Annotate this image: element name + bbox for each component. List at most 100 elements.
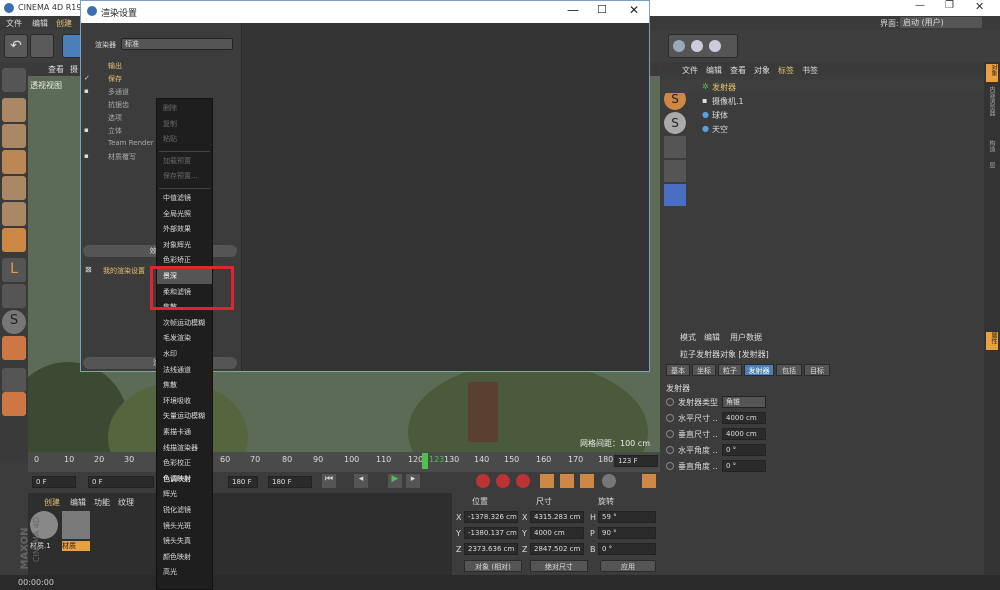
lock-icon[interactable] — [2, 368, 26, 392]
preview-start-field[interactable]: 0 F — [88, 476, 154, 488]
size-x-field[interactable]: 4315.283 cm — [530, 511, 584, 523]
anim-dot-icon[interactable] — [666, 414, 674, 422]
minimize-icon[interactable]: — — [915, 0, 925, 11]
side-tab-attributes[interactable]: 属性 — [986, 332, 998, 350]
object-row-emitter[interactable]: ✲ 发射器 — [662, 80, 984, 93]
size-z-field[interactable]: 2847.502 cm — [530, 543, 584, 555]
mat-tab-function[interactable]: 功能 — [94, 497, 110, 508]
side-tab-objects[interactable]: 对象 — [986, 64, 998, 82]
interface-select[interactable]: 启动 (用户) — [900, 17, 982, 28]
am-tab-emitter[interactable]: 发射器 — [744, 364, 774, 376]
minimize-icon[interactable]: — — [567, 3, 579, 17]
film-icon[interactable] — [642, 474, 656, 488]
scale-key-icon[interactable] — [560, 474, 574, 488]
context-menu-item[interactable]: 粘贴 — [157, 132, 212, 147]
am-menu-edit[interactable]: 编辑 — [704, 332, 720, 343]
context-menu-item[interactable]: 对象辉光 — [157, 238, 212, 253]
checkbox[interactable]: ✓ — [84, 74, 91, 82]
l-tool-icon[interactable]: L — [2, 258, 26, 282]
maximize-icon[interactable]: ☐ — [597, 3, 607, 16]
context-menu-item[interactable]: 颜色映射 — [157, 550, 212, 565]
checkbox[interactable]: ▪ — [84, 87, 91, 95]
context-menu-item[interactable]: 色彩校正 — [157, 456, 212, 471]
context-menu-item[interactable]: 色调映射 — [157, 472, 212, 487]
context-menu-item[interactable]: 全局光照 — [157, 207, 212, 222]
context-menu-item[interactable]: 保存预置... — [157, 169, 212, 184]
context-menu-item[interactable]: 加载预置 — [157, 154, 212, 169]
context-menu-item[interactable]: 外部效果 — [157, 222, 212, 237]
pen-tool-icon[interactable] — [664, 136, 686, 158]
expand-icon[interactable]: ⊠ — [85, 265, 92, 274]
anim-dot-icon[interactable] — [666, 398, 674, 406]
h-angle-field[interactable]: 0 ° — [722, 444, 766, 456]
checkbox[interactable] — [84, 113, 91, 120]
side-tab-content-browser[interactable]: 内容浏览器 — [987, 86, 996, 116]
restore-icon[interactable]: ❐ — [945, 0, 954, 11]
redo-icon[interactable] — [30, 34, 54, 58]
context-menu-item[interactable]: 镜头光斑 — [157, 519, 212, 534]
object-axis-icon[interactable] — [2, 202, 26, 226]
context-menu-item[interactable]: 辉光 — [157, 487, 212, 502]
menu-edit[interactable]: 编辑 — [32, 18, 48, 29]
edges-mode-icon[interactable] — [2, 124, 26, 148]
context-menu-item[interactable]: 素描卡通 — [157, 425, 212, 440]
mat-tab-create[interactable]: 创建 — [44, 497, 60, 508]
polygons-mode-icon[interactable] — [2, 150, 26, 174]
magnet-icon[interactable] — [2, 336, 26, 360]
prev-key-icon[interactable]: ◂ — [354, 474, 368, 488]
om-menu-edit[interactable]: 编辑 — [706, 65, 722, 76]
checkbox[interactable]: ▪ — [84, 152, 91, 160]
rot-h-field[interactable]: 59 ° — [598, 511, 656, 523]
menu-file[interactable]: 文件 — [6, 18, 22, 29]
rs-item-save[interactable]: ✓ 保存 — [81, 72, 239, 85]
mouse-icon[interactable] — [2, 284, 26, 308]
anim-dot-icon[interactable] — [666, 446, 674, 454]
context-menu-item[interactable]: 复制 — [157, 117, 212, 132]
primitive-tools-icon[interactable] — [668, 34, 738, 58]
context-menu-item[interactable]: 镜头失真 — [157, 534, 212, 549]
playhead[interactable] — [422, 453, 428, 469]
keyframe-help-icon[interactable] — [516, 474, 530, 488]
play-icon[interactable]: ▶ — [388, 474, 402, 488]
undo-icon[interactable]: ↶ — [4, 34, 28, 58]
renderer-select[interactable]: 标准 — [121, 38, 233, 50]
pos-y-field[interactable]: -1380.137 cm — [464, 527, 518, 539]
om-menu-bookmark[interactable]: 书签 — [802, 65, 818, 76]
rs-item-multipass[interactable]: ▪ 多通道 — [81, 85, 239, 98]
autokey-icon[interactable] — [496, 474, 510, 488]
object-row-sphere[interactable]: ● 球体 — [662, 108, 984, 121]
size-mode-select[interactable]: 绝对尺寸 — [530, 560, 588, 572]
am-tab-basic[interactable]: 基本 — [666, 364, 690, 376]
view-menu[interactable]: 查看 — [48, 64, 64, 75]
checkbox[interactable] — [84, 139, 91, 146]
checkbox[interactable] — [84, 61, 91, 68]
material-swatch[interactable] — [62, 511, 90, 539]
move-key-icon[interactable] — [540, 474, 554, 488]
my-render-settings[interactable]: 我的渲染设置 — [103, 266, 145, 276]
object-row-sky[interactable]: ● 天空 — [662, 122, 984, 135]
camera-menu[interactable]: 摄 — [70, 64, 78, 75]
timeline-ruler[interactable]: 0 10 20 30 60 70 80 90 100 110 120 123 1… — [28, 452, 660, 472]
context-menu-item[interactable]: 焦散 — [157, 378, 212, 393]
am-tab-target[interactable]: 目标 — [804, 364, 830, 376]
close-icon[interactable]: ✕ — [975, 0, 984, 13]
context-menu-item[interactable]: 高光 — [157, 565, 212, 580]
context-menu-item[interactable]: 毛发渲染 — [157, 331, 212, 346]
am-menu-userdata[interactable]: 用户数据 — [730, 332, 762, 343]
coord-mode-select[interactable]: 对象 (相对) — [464, 560, 522, 572]
go-start-icon[interactable]: ⏮ — [322, 474, 336, 488]
context-menu-item[interactable]: 中值滤镜 — [157, 191, 212, 206]
snap-icon[interactable]: S — [2, 310, 26, 334]
uv-mode-icon[interactable] — [2, 176, 26, 200]
context-menu-item[interactable]: 环境吸收 — [157, 394, 212, 409]
checkbox[interactable]: ▪ — [84, 126, 91, 134]
axis-lock-icon[interactable] — [664, 184, 686, 206]
pos-x-field[interactable]: -1378.326 cm — [464, 511, 518, 523]
om-menu-view[interactable]: 查看 — [730, 65, 746, 76]
end-frame-field[interactable]: 180 F — [268, 476, 312, 488]
current-frame-field[interactable]: 123 F — [614, 455, 658, 467]
rs-item-output[interactable]: 输出 — [81, 59, 239, 72]
am-tab-coord[interactable]: 坐标 — [692, 364, 716, 376]
checkbox[interactable] — [84, 100, 91, 107]
om-menu-file[interactable]: 文件 — [682, 65, 698, 76]
